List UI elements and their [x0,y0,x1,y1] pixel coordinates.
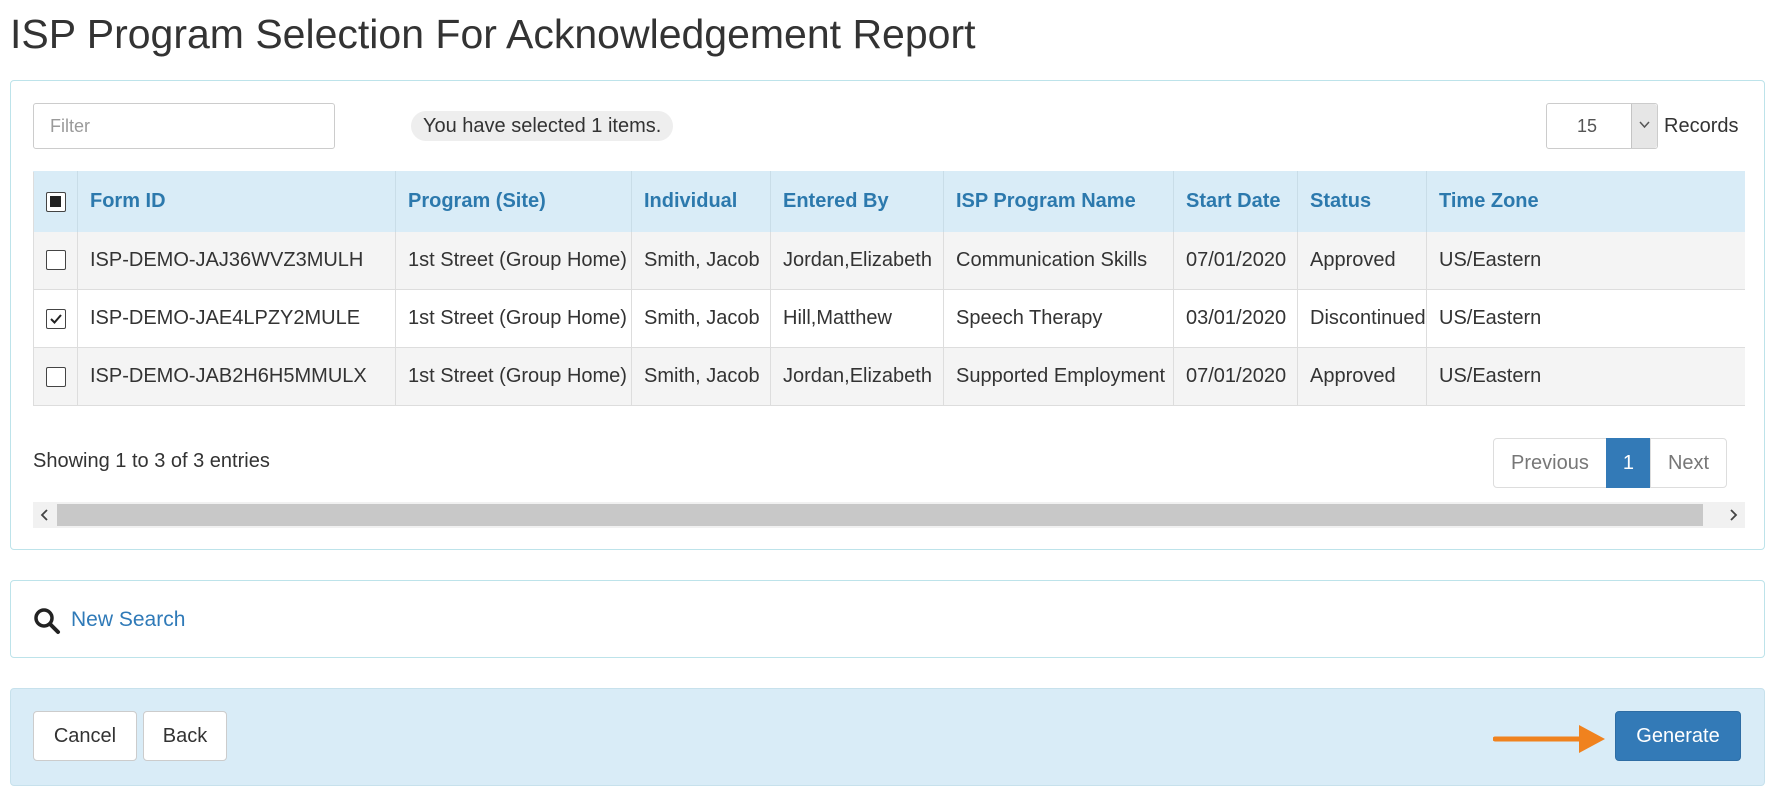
cell-entered-by: Jordan,Elizabeth [770,231,944,290]
page-1-button[interactable]: 1 [1605,438,1651,488]
cell-entered-by: Hill,Matthew [770,289,944,348]
select-all-checkbox-cell[interactable] [33,171,78,232]
horizontal-scrollbar[interactable] [33,502,1745,528]
cell-form-id: ISP-DEMO-JAE4LPZY2MULE [77,289,396,348]
column-header-start-date[interactable]: Start Date [1173,171,1298,232]
cell-status: Approved [1297,231,1427,290]
column-header-form-id[interactable]: Form ID [77,171,396,232]
cell-form-id: ISP-DEMO-JAJ36WVZ3MULH [77,231,396,290]
row-checkbox-checked[interactable] [45,308,66,329]
generate-button[interactable]: Generate [1615,711,1741,761]
cell-time-zone: US/Eastern [1426,231,1745,290]
new-search-link[interactable]: New Search [71,606,185,634]
select-all-checkbox[interactable] [45,191,66,212]
cell-isp-program-name: Communication Skills [943,231,1174,290]
column-header-isp-program-name[interactable]: ISP Program Name [943,171,1174,232]
row-checkbox[interactable] [45,366,66,387]
isp-program-table: Form ID Program (Site) Individual Entere… [33,171,1745,406]
action-footer: Cancel Back Generate [10,688,1765,786]
row-checkbox-cell[interactable] [33,289,78,348]
scrollbar-thumb[interactable] [57,504,1703,526]
page-title: ISP Program Selection For Acknowledgemen… [10,11,976,57]
table-row[interactable]: ISP-DEMO-JAE4LPZY2MULE 1st Street (Group… [33,289,1745,348]
cell-status: Approved [1297,347,1427,406]
cell-start-date: 07/01/2020 [1173,231,1298,290]
cell-individual: Smith, Jacob [631,289,771,348]
table-header-row: Form ID Program (Site) Individual Entere… [33,171,1745,232]
cell-individual: Smith, Jacob [631,231,771,290]
scroll-left-icon[interactable] [33,502,57,528]
next-page-button[interactable]: Next [1649,438,1728,488]
column-header-program-site[interactable]: Program (Site) [395,171,632,232]
cell-time-zone: US/Eastern [1426,289,1745,348]
table-row[interactable]: ISP-DEMO-JAJ36WVZ3MULH 1st Street (Group… [33,231,1745,290]
row-checkbox-cell[interactable] [33,347,78,406]
cell-program-site: 1st Street (Group Home) [395,289,632,348]
table-row[interactable]: ISP-DEMO-JAB2H6H5MMULX 1st Street (Group… [33,347,1745,406]
cancel-button[interactable]: Cancel [33,711,137,761]
column-header-time-zone[interactable]: Time Zone [1426,171,1745,232]
pagination-info: Showing 1 to 3 of 3 entries [33,450,270,472]
cell-time-zone: US/Eastern [1426,347,1745,406]
cell-status: Discontinued [1297,289,1427,348]
column-header-status[interactable]: Status [1297,171,1427,232]
cell-individual: Smith, Jacob [631,347,771,406]
records-per-page-select[interactable]: 15 [1546,103,1658,149]
checkmark-icon [49,314,62,324]
cell-isp-program-name: Speech Therapy [943,289,1174,348]
back-button[interactable]: Back [143,711,227,761]
results-panel: You have selected 1 items. 15 Records Fo… [10,80,1765,550]
pagination: Previous 1 Next [1493,438,1728,488]
search-panel: New Search [10,580,1765,658]
cell-start-date: 03/01/2020 [1173,289,1298,348]
cell-program-site: 1st Street (Group Home) [395,347,632,406]
column-header-entered-by[interactable]: Entered By [770,171,944,232]
scroll-right-icon[interactable] [1721,502,1745,528]
records-label: Records [1664,115,1739,137]
previous-page-button[interactable]: Previous [1493,438,1607,488]
row-checkbox[interactable] [45,250,66,271]
cell-start-date: 07/01/2020 [1173,347,1298,406]
search-icon [34,608,60,634]
selection-count-badge: You have selected 1 items. [411,111,674,141]
chevron-down-icon[interactable] [1631,104,1657,148]
cell-isp-program-name: Supported Employment [943,347,1174,406]
annotation-arrow-icon [1493,725,1605,753]
table-viewport: Form ID Program (Site) Individual Entere… [33,171,1745,407]
cell-form-id: ISP-DEMO-JAB2H6H5MMULX [77,347,396,406]
row-checkbox-cell[interactable] [33,231,78,290]
column-header-individual[interactable]: Individual [631,171,771,232]
cell-program-site: 1st Street (Group Home) [395,231,632,290]
cell-entered-by: Jordan,Elizabeth [770,347,944,406]
records-per-page-value: 15 [1577,116,1598,136]
filter-input[interactable] [33,103,335,149]
